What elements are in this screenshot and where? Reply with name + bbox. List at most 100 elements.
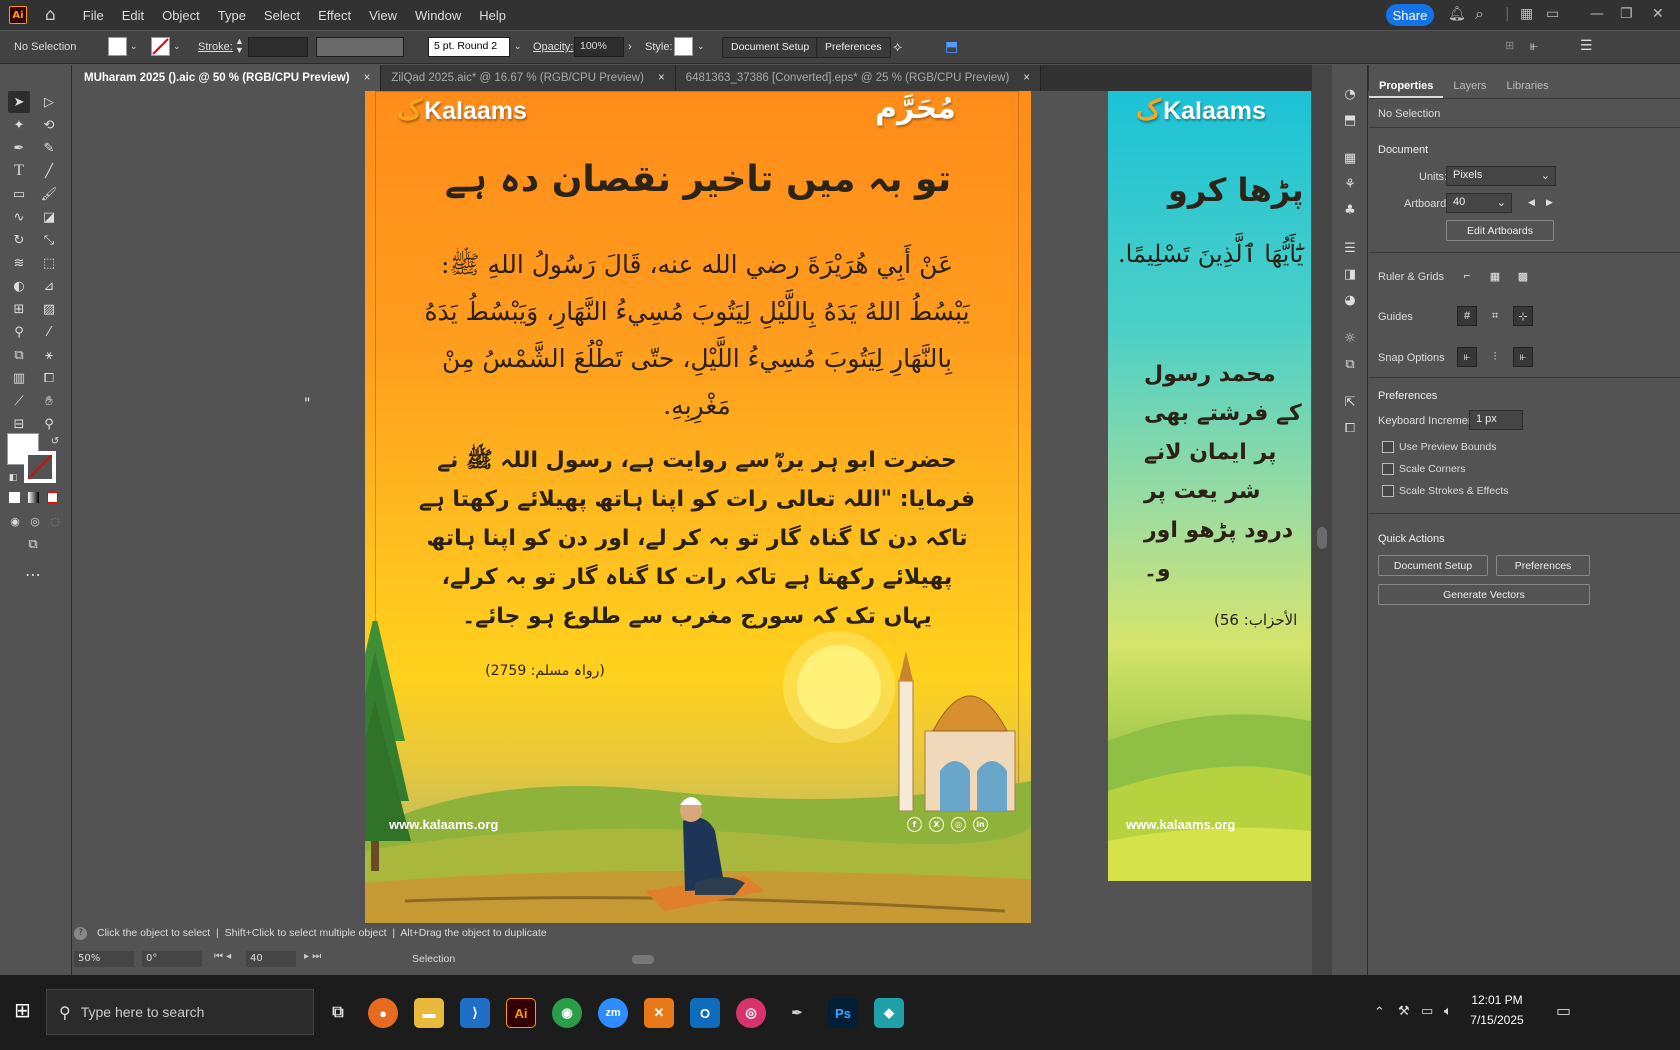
stroke-weight-field[interactable] bbox=[248, 37, 308, 57]
next-artboard-icon[interactable]: ▶ bbox=[1546, 197, 1553, 208]
menu-help[interactable]: Help bbox=[470, 8, 515, 23]
document-setup-button[interactable]: Document Setup bbox=[722, 37, 819, 58]
menu-edit[interactable]: Edit bbox=[113, 8, 153, 23]
stroke-stepper[interactable]: ▲ ▼ bbox=[235, 37, 244, 55]
snap-pixel-icon[interactable]: ⫦ bbox=[1513, 347, 1533, 367]
windows-start-icon[interactable]: ⊞ bbox=[14, 998, 31, 1022]
default-colors-icon[interactable]: ◧ bbox=[2, 467, 24, 489]
first-artboard-icon[interactable]: ⏮ ◂ bbox=[214, 951, 231, 962]
appearance-icon[interactable]: ☼ bbox=[1340, 329, 1360, 347]
export-icon[interactable]: ⇱ bbox=[1340, 393, 1360, 411]
illustrator-icon[interactable]: Ai bbox=[506, 998, 536, 1028]
use-preview-bounds-checkbox[interactable] bbox=[1382, 441, 1394, 453]
variable-width-field[interactable] bbox=[316, 37, 404, 57]
arrange-icon[interactable]: ⊞ bbox=[1505, 39, 1514, 52]
symbol-sprayer-tool-icon[interactable]: ⚹ bbox=[38, 344, 60, 366]
libraries-icon[interactable]: ⬒ bbox=[1340, 111, 1360, 129]
snap-point-icon[interactable]: ⫦ bbox=[1457, 347, 1477, 367]
menu-icon[interactable]: ☰ bbox=[1580, 37, 1593, 54]
tab-zilqad[interactable]: ZilQad 2025.aic* @ 16.67 % (RGB/CPU Prev… bbox=[381, 65, 676, 91]
tray-chevron-icon[interactable]: ⌃ bbox=[1374, 1005, 1385, 1020]
tray-app-icon[interactable]: ⚒ bbox=[1398, 1004, 1410, 1019]
chevron-down-icon[interactable]: ⌄ bbox=[130, 41, 138, 52]
brushes-icon[interactable]: ⚘ bbox=[1340, 175, 1360, 193]
chevron-down-icon[interactable]: ⌄ bbox=[697, 41, 705, 52]
opacity-label[interactable]: Opacity: bbox=[533, 41, 573, 53]
share-button[interactable]: Share bbox=[1386, 4, 1434, 26]
close-tab-icon[interactable]: × bbox=[364, 72, 371, 84]
chrome-icon[interactable]: ◉ bbox=[552, 998, 582, 1028]
search-icon[interactable]: ⌕ bbox=[1475, 4, 1484, 24]
chevron-right-icon[interactable]: › bbox=[628, 41, 632, 53]
stroke-label[interactable]: Stroke: bbox=[198, 41, 233, 53]
panel-icon[interactable]: ▭ bbox=[1546, 6, 1559, 22]
scale-strokes-checkbox[interactable] bbox=[1382, 485, 1394, 497]
lock-guides-icon[interactable]: ⌗ bbox=[1485, 306, 1505, 326]
print-tiling-tool-icon[interactable]: ⊟ bbox=[8, 413, 30, 435]
screen-mode-icon[interactable]: ⧉ bbox=[22, 533, 44, 555]
align-icon[interactable]: ⫦ bbox=[1530, 37, 1538, 54]
stroke-color-box[interactable] bbox=[24, 451, 56, 483]
blend-tool-icon[interactable]: ⧉ bbox=[8, 344, 30, 366]
scroll-thumb[interactable] bbox=[1317, 527, 1327, 549]
outlook-icon[interactable]: O bbox=[690, 998, 720, 1028]
graphic-styles-icon[interactable]: ⧉ bbox=[1340, 355, 1360, 373]
slice-tool-icon[interactable]: ⟋ bbox=[8, 390, 30, 412]
firefox-icon[interactable]: ● bbox=[368, 998, 398, 1028]
eraser-tool-icon[interactable]: ◪ bbox=[38, 206, 60, 228]
transform-icon[interactable]: ⟡ bbox=[893, 38, 902, 55]
keyboard-increment-field[interactable]: 1 px bbox=[1469, 410, 1523, 430]
network-icon[interactable]: ▭ bbox=[1421, 1004, 1433, 1019]
gradient-panel-icon[interactable]: ◨ bbox=[1340, 265, 1360, 283]
tab-properties[interactable]: Properties bbox=[1369, 75, 1444, 98]
close-tab-icon[interactable]: × bbox=[658, 72, 665, 84]
color-mode-icon[interactable] bbox=[9, 492, 20, 503]
rotate-field[interactable]: 0° bbox=[142, 951, 202, 967]
magic-wand-tool-icon[interactable]: ✦ bbox=[8, 114, 30, 136]
tab-muharam[interactable]: MUharam 2025 ().aic @ 50 % (RGB/CPU Prev… bbox=[74, 65, 382, 91]
draw-inside-icon[interactable]: ◌ bbox=[44, 510, 66, 532]
preferences-quick-button[interactable]: Preferences bbox=[1496, 555, 1590, 576]
lasso-tool-icon[interactable]: ⟲ bbox=[38, 114, 60, 136]
direct-selection-tool-icon[interactable]: ▷ bbox=[38, 91, 60, 113]
tab-libraries[interactable]: Libraries bbox=[1496, 75, 1558, 98]
free-transform-tool-icon[interactable]: ⬚ bbox=[38, 252, 60, 274]
stroke-panel-icon[interactable]: ☰ bbox=[1340, 239, 1360, 257]
notifications-icon[interactable]: ▭ bbox=[1556, 1001, 1571, 1020]
menu-window[interactable]: Window bbox=[406, 8, 470, 23]
swatches-icon[interactable]: ▦ bbox=[1340, 149, 1360, 167]
menu-file[interactable]: File bbox=[74, 8, 113, 23]
grid-icon[interactable]: ▦ bbox=[1485, 266, 1505, 286]
ruler-icon[interactable]: ⌐ bbox=[1457, 266, 1477, 286]
app-gem-icon[interactable]: ◆ bbox=[874, 998, 904, 1028]
chevron-down-icon[interactable]: ⌄ bbox=[173, 41, 181, 52]
opacity-field[interactable]: 100% bbox=[574, 37, 624, 57]
restore-icon[interactable]: ❐ bbox=[1620, 6, 1633, 22]
artboard-tool-icon[interactable]: ⧠ bbox=[38, 367, 60, 389]
brush-field[interactable]: 5 pt. Round 2 bbox=[428, 37, 510, 57]
show-guides-icon[interactable]: # bbox=[1457, 306, 1477, 326]
tab-layers[interactable]: Layers bbox=[1443, 75, 1496, 98]
taskbar-search[interactable]: ⚲ Type here to search bbox=[46, 989, 314, 1035]
warp-tool-icon[interactable]: ≋ bbox=[8, 252, 30, 274]
more-tools-icon[interactable]: ⋯ bbox=[22, 563, 44, 585]
menu-select[interactable]: Select bbox=[255, 8, 309, 23]
help-icon[interactable]: ? bbox=[74, 927, 87, 940]
canvas-scrollbar[interactable] bbox=[1312, 65, 1332, 975]
document-setup-quick-button[interactable]: Document Setup bbox=[1378, 555, 1488, 576]
artboard-muharam[interactable]: کKalaams مُحَرَّم تو بہ میں تاخیر نقصان … bbox=[365, 91, 1031, 923]
mesh-tool-icon[interactable]: ⊞ bbox=[8, 298, 30, 320]
symbols-icon[interactable]: ♣ bbox=[1340, 201, 1360, 219]
close-icon[interactable]: ✕ bbox=[1652, 6, 1664, 22]
scale-tool-icon[interactable]: ⤡ bbox=[38, 229, 60, 251]
close-tab-icon[interactable]: × bbox=[1023, 72, 1030, 84]
clock-time[interactable]: 12:01 PM bbox=[1462, 993, 1532, 1007]
graph-tool-icon[interactable]: ▥ bbox=[8, 367, 30, 389]
measure-tool-icon[interactable]: ⁄ bbox=[38, 321, 60, 343]
home-icon[interactable]: ⌂ bbox=[45, 5, 56, 25]
transparency-icon[interactable]: ◕ bbox=[1340, 291, 1360, 309]
shape-builder-tool-icon[interactable]: ◐ bbox=[8, 275, 30, 297]
scale-corners-checkbox[interactable] bbox=[1382, 463, 1394, 475]
line-tool-icon[interactable]: ╱ bbox=[38, 160, 60, 182]
task-view-icon[interactable]: ⧉ bbox=[323, 998, 353, 1028]
